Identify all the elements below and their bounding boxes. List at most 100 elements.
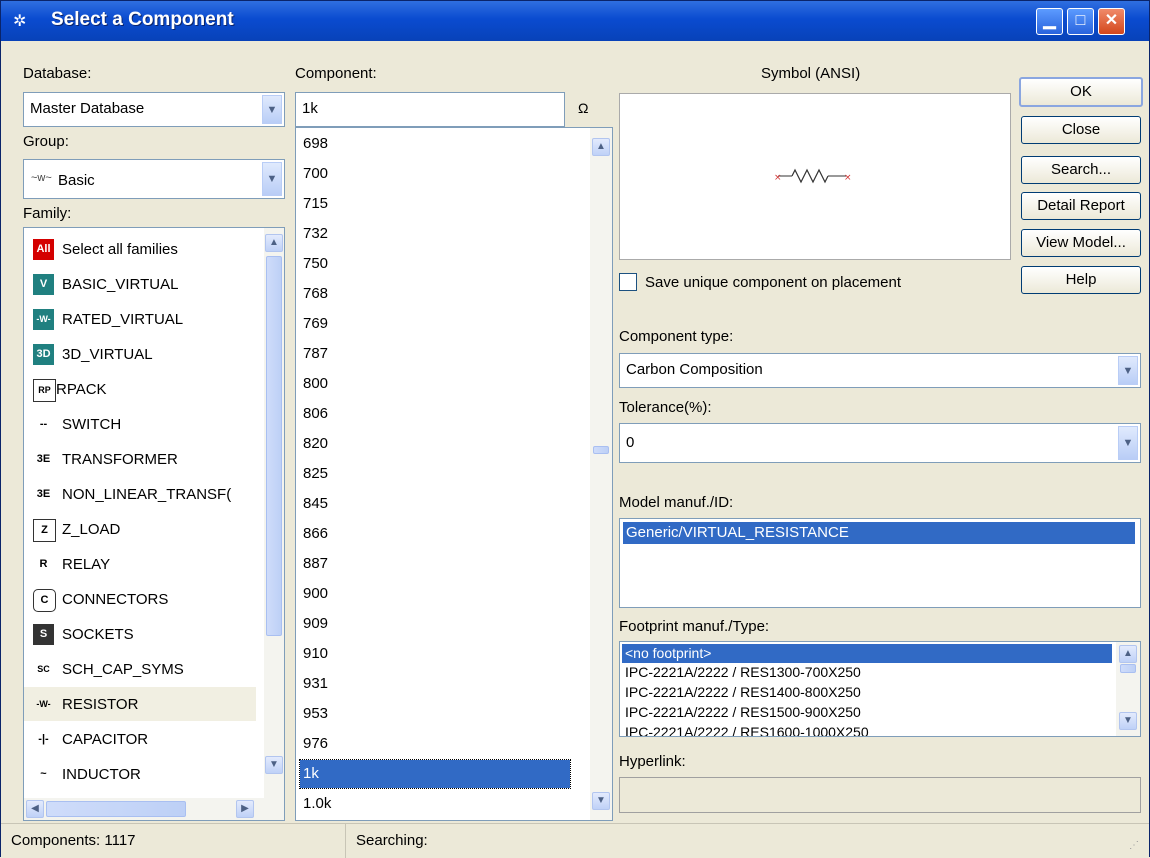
list-item[interactable]: 845 <box>300 490 570 520</box>
family-item[interactable]: 3E TRANSFORMER <box>24 442 256 476</box>
ok-button[interactable]: OK <box>1019 77 1143 107</box>
list-item[interactable]: 715 <box>300 190 570 220</box>
family-item[interactable]: SC SCH_CAP_SYMS <box>24 652 256 686</box>
chevron-down-icon[interactable]: ▼ <box>262 162 282 196</box>
family-item[interactable]: S SOCKETS <box>24 617 256 651</box>
z-load-icon: Z <box>33 519 56 542</box>
resistor-wave-icon: ~w~ <box>31 172 52 184</box>
help-button[interactable]: Help <box>1021 266 1141 294</box>
database-select[interactable]: Master Database ▼ <box>23 92 285 127</box>
chevron-down-icon[interactable]: ▼ <box>1118 426 1138 460</box>
family-item[interactable]: RP RPACK <box>24 372 256 406</box>
family-vertical-scrollbar[interactable]: ▲ ▼ <box>264 228 284 798</box>
list-item[interactable]: IPC-2221A/2222 / RES1400-800X250 <box>625 684 861 700</box>
list-item[interactable]: 787 <box>300 340 570 370</box>
family-item[interactable]: -W- RATED_VIRTUAL <box>24 302 256 336</box>
list-item[interactable]: 700 <box>300 160 570 190</box>
scroll-right-button[interactable]: ▶ <box>236 800 254 818</box>
list-item[interactable]: 910 <box>300 640 570 670</box>
family-item[interactable]: Z Z_LOAD <box>24 512 256 546</box>
resize-grip-icon[interactable]: ⋰ <box>1129 840 1139 851</box>
list-item[interactable]: 909 <box>300 610 570 640</box>
list-item[interactable]: 887 <box>300 550 570 580</box>
save-unique-checkbox[interactable] <box>619 273 637 291</box>
list-item[interactable]: 800 <box>300 370 570 400</box>
list-item[interactable]: 806 <box>300 400 570 430</box>
family-item[interactable]: -- SWITCH <box>24 407 256 441</box>
list-item[interactable]: IPC-2221A/2222 / RES1500-900X250 <box>625 704 861 720</box>
scroll-left-button[interactable]: ◀ <box>26 800 44 818</box>
list-item[interactable]: 866 <box>300 520 570 550</box>
close-window-button[interactable]: ✕ <box>1098 8 1125 35</box>
chevron-down-icon[interactable]: ▼ <box>262 95 282 124</box>
list-item[interactable]: 825 <box>300 460 570 490</box>
family-list[interactable]: All Select all families V BASIC_VIRTUAL -W… <box>23 227 285 821</box>
switch-icon: -- <box>39 418 48 430</box>
relay-icon: R <box>39 558 48 570</box>
scroll-up-button[interactable]: ▲ <box>265 234 283 252</box>
family-item[interactable]: C CONNECTORS <box>24 582 256 616</box>
family-item[interactable]: V BASIC_VIRTUAL <box>24 267 256 301</box>
component-vertical-scrollbar[interactable]: ▲ ▼ <box>590 128 612 820</box>
list-item[interactable]: 953 <box>300 700 570 730</box>
list-item[interactable]: 698 <box>300 130 570 160</box>
capacitor-icon: -|- <box>38 733 49 745</box>
list-item[interactable]: 1.0k <box>300 790 570 820</box>
list-item[interactable]: 931 <box>300 670 570 700</box>
list-item[interactable]: 820 <box>300 430 570 460</box>
minimize-button[interactable]: ▁ <box>1036 8 1063 35</box>
component-list[interactable]: 698 700 715 732 750 768 769 787 800 806 … <box>295 127 613 821</box>
app-icon: ✲ <box>13 13 27 30</box>
list-item-selected[interactable]: Generic/VIRTUAL_RESISTANCE <box>623 522 1135 544</box>
detail-report-button[interactable]: Detail Report <box>1021 192 1141 220</box>
list-item[interactable]: IPC-2221A/2222 / RES1600-1000X250 <box>625 724 869 736</box>
scroll-thumb[interactable] <box>593 446 609 454</box>
scroll-down-button[interactable]: ▼ <box>1119 712 1137 730</box>
scroll-up-button[interactable]: ▲ <box>1119 645 1137 663</box>
list-item[interactable]: 732 <box>300 220 570 250</box>
list-item[interactable]: 768 <box>300 280 570 310</box>
search-button[interactable]: Search... <box>1021 156 1141 184</box>
model-list[interactable]: Generic/VIRTUAL_RESISTANCE <box>619 518 1141 608</box>
chevron-down-icon[interactable]: ▼ <box>1118 356 1138 385</box>
model-label: Model manuf./ID: <box>619 494 734 511</box>
list-item[interactable]: 750 <box>300 250 570 280</box>
component-input[interactable]: 1k <box>295 92 565 127</box>
family-item[interactable]: 3D 3D_VIRTUAL <box>24 337 256 371</box>
footprint-vertical-scrollbar[interactable]: ▲ ▼ <box>1116 642 1140 736</box>
list-item-selected[interactable]: <no footprint> <box>622 644 1112 663</box>
component-type-value: Carbon Composition <box>626 361 763 378</box>
scroll-up-button[interactable]: ▲ <box>592 138 610 156</box>
h-scroll-thumb[interactable] <box>46 801 186 817</box>
family-item[interactable]: R RELAY <box>24 547 256 581</box>
cap-sym-icon: SC <box>37 664 50 674</box>
list-item[interactable]: 900 <box>300 580 570 610</box>
list-item[interactable]: IPC-2221A/2222 / RES1300-700X250 <box>625 664 861 680</box>
list-item-selected[interactable]: 1k <box>299 759 571 789</box>
list-item[interactable]: 769 <box>300 310 570 340</box>
family-item[interactable]: -W- RESISTOR <box>24 687 256 721</box>
maximize-button[interactable]: □ <box>1067 8 1094 35</box>
family-item[interactable]: All Select all families <box>24 232 256 266</box>
close-button[interactable]: Close <box>1021 116 1141 144</box>
footprint-list[interactable]: <no footprint> IPC-2221A/2222 / RES1300-… <box>619 641 1141 737</box>
scroll-thumb[interactable] <box>1120 664 1136 673</box>
tolerance-label: Tolerance(%): <box>619 399 712 416</box>
scroll-down-button[interactable]: ▼ <box>265 756 283 774</box>
rated-virtual-icon: -W- <box>33 309 54 330</box>
component-type-select[interactable]: Carbon Composition ▼ <box>619 353 1141 388</box>
family-horizontal-scrollbar[interactable]: ◀ ▶ <box>24 798 284 820</box>
hyperlink-field[interactable] <box>619 777 1141 813</box>
footprint-label: Footprint manuf./Type: <box>619 618 770 635</box>
family-item[interactable]: ~ INDUCTOR <box>24 757 256 791</box>
family-item[interactable]: -|- CAPACITOR <box>24 722 256 756</box>
group-select[interactable]: ~w~ Basic ▼ <box>23 159 285 199</box>
scroll-thumb[interactable] <box>266 256 282 636</box>
transformer-icon: 3E <box>36 488 51 500</box>
title-bar[interactable]: ✲ Select a Component ▁ □ ✕ <box>1 1 1149 41</box>
family-item[interactable]: 3E NON_LINEAR_TRANSF( <box>24 477 256 511</box>
list-item[interactable]: 976 <box>300 730 570 760</box>
tolerance-select[interactable]: 0 ▼ <box>619 423 1141 463</box>
view-model-button[interactable]: View Model... <box>1021 229 1141 257</box>
scroll-down-button[interactable]: ▼ <box>592 792 610 810</box>
